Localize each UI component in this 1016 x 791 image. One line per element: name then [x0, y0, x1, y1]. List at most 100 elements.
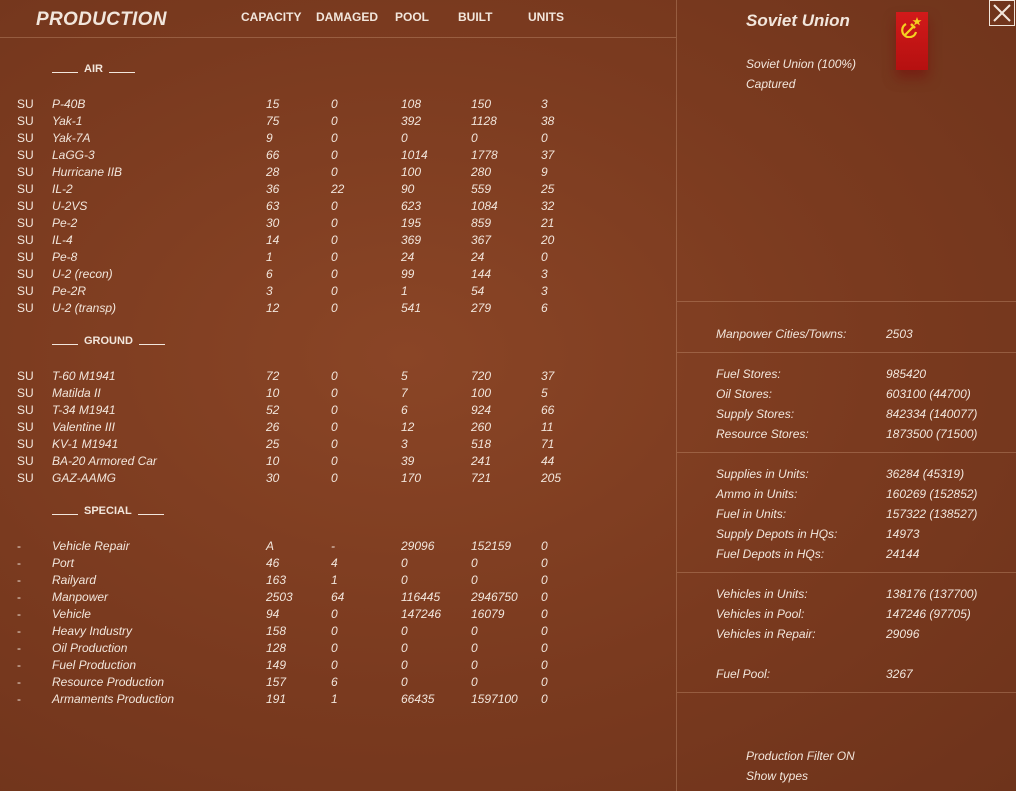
nation-code: - [17, 692, 21, 706]
production-row[interactable]: SU KV-1 M1941 25 0 3 518 71 [0, 437, 676, 454]
divider [677, 301, 1016, 302]
capacity-value: 1 [266, 250, 273, 264]
column-damaged[interactable]: DAMAGED [316, 10, 378, 24]
production-row[interactable]: - Fuel Production 149 0 0 0 0 [0, 658, 676, 675]
production-row[interactable]: SU T-34 M1941 52 0 6 924 66 [0, 403, 676, 420]
production-filter-toggle[interactable]: Production Filter ON [746, 749, 855, 763]
pool-value: 66435 [401, 692, 435, 706]
pool-value: 1 [401, 284, 408, 298]
production-row[interactable]: - Vehicle Repair A - 29096 152159 0 [0, 539, 676, 556]
production-row[interactable]: SU Yak-7A 9 0 0 0 0 [0, 131, 676, 148]
damaged-value: 0 [331, 114, 338, 128]
stat-label: Fuel in Units: [716, 507, 787, 521]
column-units[interactable]: UNITS [528, 10, 564, 24]
production-row[interactable]: SU P-40B 15 0 108 150 3 [0, 97, 676, 114]
damaged-value: - [331, 539, 335, 553]
capacity-value: 25 [266, 437, 280, 451]
column-capacity[interactable]: CAPACITY [241, 10, 301, 24]
built-value: 0 [471, 658, 478, 672]
units-value: 20 [541, 233, 555, 247]
unit-name: U-2VS [52, 199, 88, 213]
built-value: 2946750 [471, 590, 518, 604]
stat-label: Fuel Depots in HQs: [716, 547, 825, 561]
column-built[interactable]: BUILT [458, 10, 492, 24]
units-value: 37 [541, 148, 555, 162]
production-row[interactable]: - Oil Production 128 0 0 0 0 [0, 641, 676, 658]
unit-name: Matilda II [52, 386, 101, 400]
production-row[interactable]: SU IL-2 36 22 90 559 25 [0, 182, 676, 199]
production-row[interactable]: SU Yak-1 75 0 392 1128 38 [0, 114, 676, 131]
pool-value: 12 [401, 420, 415, 434]
nation-control: Soviet Union (100%) [746, 57, 857, 71]
nation-code: - [17, 675, 21, 689]
unit-name: Armaments Production [52, 692, 175, 706]
unit-name: Hurricane IIB [52, 165, 123, 179]
pool-value: 1014 [401, 148, 428, 162]
nation-code: SU [17, 437, 34, 451]
production-row[interactable]: SU Pe-2 30 0 195 859 21 [0, 216, 676, 233]
built-value: 54 [471, 284, 485, 298]
capacity-value: 63 [266, 199, 280, 213]
pool-value: 541 [401, 301, 422, 315]
production-row[interactable]: SU LaGG-3 66 0 1014 1778 37 [0, 148, 676, 165]
production-row[interactable]: SU GAZ-AAMG 30 0 170 721 205 [0, 471, 676, 488]
pool-value: 7 [401, 386, 408, 400]
units-value: 0 [541, 641, 548, 655]
production-title: PRODUCTION [36, 9, 167, 30]
divider [677, 452, 1016, 453]
production-row[interactable]: - Port 46 4 0 0 0 [0, 556, 676, 573]
stat-label: Resource Stores: [716, 427, 809, 441]
close-button[interactable] [989, 0, 1015, 26]
nation-code: - [17, 658, 21, 672]
unit-name: Heavy Industry [52, 624, 133, 638]
unit-name: Port [52, 556, 75, 570]
production-row[interactable]: SU U-2 (transp) 12 0 541 279 6 [0, 301, 676, 318]
production-row[interactable]: SU IL-4 14 0 369 367 20 [0, 233, 676, 250]
stat-value: 842334 (140077) [886, 407, 978, 421]
nation-code: SU [17, 471, 34, 485]
production-row[interactable]: SU U-2 (recon) 6 0 99 144 3 [0, 267, 676, 284]
capacity-value: 191 [266, 692, 287, 706]
production-row[interactable]: SU Pe-8 1 0 24 24 0 [0, 250, 676, 267]
units-value: 0 [541, 607, 548, 621]
production-row[interactable]: SU U-2VS 63 0 623 1084 32 [0, 199, 676, 216]
pool-value: 90 [401, 182, 415, 196]
production-row[interactable]: - Manpower 2503 64 116445 2946750 0 [0, 590, 676, 607]
production-row[interactable]: - Heavy Industry 158 0 0 0 0 [0, 624, 676, 641]
production-row[interactable]: - Armaments Production 191 1 66435 1597100 0 [0, 692, 676, 709]
column-pool[interactable]: POOL [395, 10, 429, 24]
built-value: 367 [471, 233, 492, 247]
production-row[interactable]: SU BA-20 Armored Car 10 0 39 241 44 [0, 454, 676, 471]
nation-code: SU [17, 267, 34, 281]
built-value: 150 [471, 97, 492, 111]
show-types-toggle[interactable]: Show types [746, 769, 808, 783]
production-row[interactable]: SU Valentine III 26 0 12 260 11 [0, 420, 676, 437]
production-row[interactable]: - Railyard 163 1 0 0 0 [0, 573, 676, 590]
units-value: 0 [541, 692, 548, 706]
stat-value: 29096 [886, 627, 920, 641]
capacity-value: 72 [266, 369, 280, 383]
production-row[interactable]: SU T-60 M1941 72 0 5 720 37 [0, 369, 676, 386]
production-row[interactable]: - Vehicle 94 0 147246 16079 0 [0, 607, 676, 624]
production-row[interactable]: SU Matilda II 10 0 7 100 5 [0, 386, 676, 403]
capacity-value: 75 [266, 114, 280, 128]
stat-label: Supply Stores: [716, 407, 795, 421]
capacity-value: 9 [266, 131, 273, 145]
nation-code: SU [17, 131, 34, 145]
capacity-value: A [266, 539, 275, 553]
production-row[interactable]: SU Hurricane IIB 28 0 100 280 9 [0, 165, 676, 182]
nation-code: SU [17, 97, 34, 111]
nation-code: - [17, 641, 21, 655]
damaged-value: 0 [331, 471, 338, 485]
pool-value: 0 [401, 131, 408, 145]
damaged-value: 0 [331, 301, 338, 315]
unit-name: KV-1 M1941 [52, 437, 119, 451]
production-row[interactable]: SU Pe-2R 3 0 1 54 3 [0, 284, 676, 301]
production-row[interactable]: - Resource Production 157 6 0 0 0 [0, 675, 676, 692]
damaged-value: 0 [331, 267, 338, 281]
built-value: 241 [471, 454, 492, 468]
built-value: 1597100 [471, 692, 518, 706]
pool-value: 0 [401, 624, 408, 638]
pool-value: 100 [401, 165, 422, 179]
built-value: 279 [471, 301, 492, 315]
